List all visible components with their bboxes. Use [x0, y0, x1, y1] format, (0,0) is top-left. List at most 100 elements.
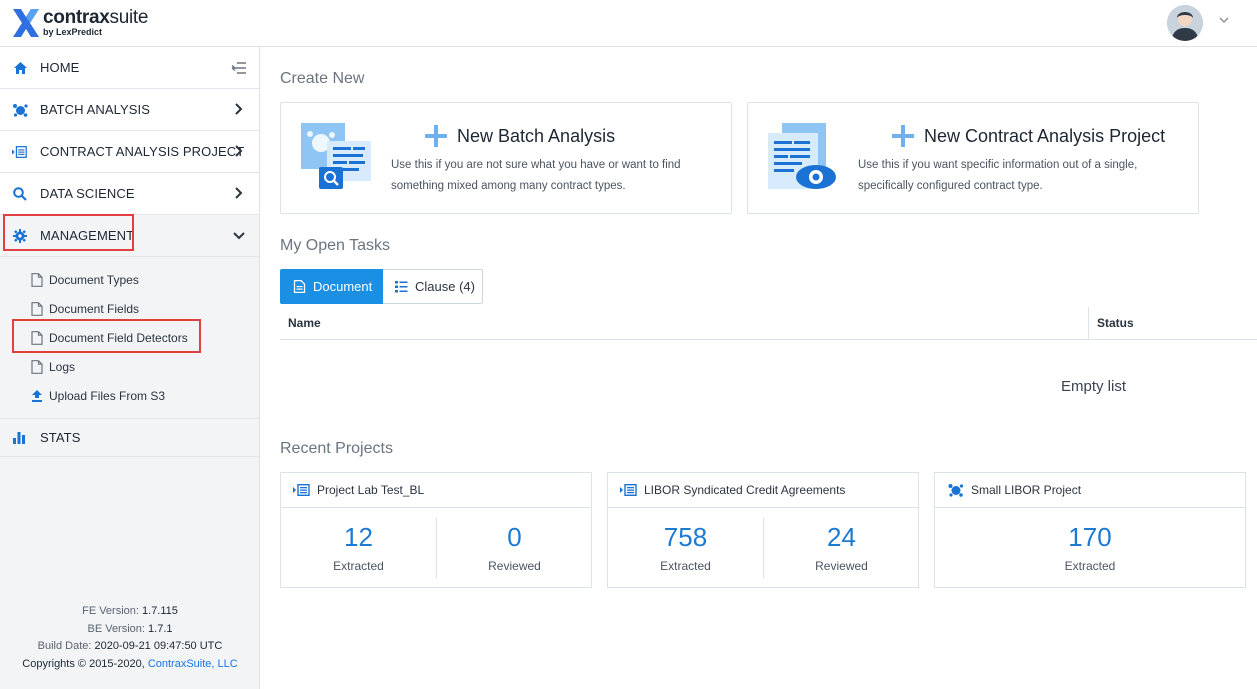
search-icon [12, 186, 28, 202]
submenu-label: Document Field Detectors [49, 330, 188, 345]
reviewed-count: 0 [507, 522, 522, 552]
submenu-item-document-field-detectors[interactable]: Document Field Detectors [0, 323, 259, 352]
submenu-label: Document Fields [49, 301, 140, 316]
my-open-tasks-title: My Open Tasks [280, 237, 390, 254]
be-version-value: 1.7.1 [148, 622, 173, 635]
contract-project-icon [12, 144, 28, 160]
project-card[interactable]: LIBOR Syndicated Credit Agreements 758 E… [607, 472, 919, 588]
sidebar-item-label: STATS [40, 430, 81, 445]
card-title: New Contract Analysis Project [924, 125, 1166, 146]
chevron-right-icon [235, 103, 243, 115]
extracted-count: 758 [663, 522, 708, 552]
contract-project-illustration-icon [768, 123, 836, 189]
avatar-icon [1167, 5, 1203, 41]
sidebar-item-label: HOME [40, 60, 80, 75]
contraxsuite-logo-icon [13, 8, 39, 37]
sidebar-item-contract-analysis-project[interactable]: CONTRACT ANALYSIS PROJECT [0, 131, 259, 173]
tab-clause[interactable]: Clause (4) [383, 269, 483, 304]
chevron-right-icon [235, 187, 243, 199]
reviewed-label: Reviewed [815, 559, 868, 573]
version-info: FE Version: 1.7.115 BE Version: 1.7.1 Bu… [0, 603, 260, 673]
contract-project-icon [293, 484, 310, 496]
brand-name-bold: contrax [43, 7, 110, 28]
reviewed-metric: 0 Reviewed [437, 508, 592, 588]
submenu-item-document-fields[interactable]: Document Fields [0, 294, 259, 323]
new-batch-analysis-card[interactable]: New Batch Analysis Use this if you are n… [280, 102, 732, 214]
home-icon [12, 60, 28, 76]
batch-analysis-illustration-icon [301, 123, 371, 189]
gear-icon [12, 228, 28, 244]
tab-label: Clause (4) [415, 279, 475, 294]
plus-icon [892, 125, 914, 147]
submenu-item-document-types[interactable]: Document Types [0, 265, 259, 294]
submenu-label: Upload Files From S3 [49, 388, 166, 403]
column-header-name[interactable]: Name [288, 316, 321, 330]
reviewed-metric: 24 Reviewed [764, 508, 919, 588]
submenu-item-logs[interactable]: Logs [0, 352, 259, 381]
management-submenu: Document Types Document Fields Document … [0, 257, 259, 419]
upload-icon [32, 389, 42, 402]
tab-label: Document [313, 279, 373, 294]
sidebar-item-management[interactable]: MANAGEMENT [0, 215, 259, 257]
card-title: New Batch Analysis [457, 125, 616, 146]
sidebar-item-label: MANAGEMENT [40, 228, 135, 243]
reviewed-count: 24 [827, 522, 856, 552]
project-card[interactable]: Small LIBOR Project 170 Extracted [934, 472, 1246, 588]
sidebar-item-label: BATCH ANALYSIS [40, 102, 151, 117]
extracted-count: 170 [1068, 522, 1112, 552]
tab-document[interactable]: Document [280, 269, 383, 304]
column-divider [1088, 307, 1089, 339]
reviewed-label: Reviewed [488, 559, 541, 573]
project-card[interactable]: Project Lab Test_BL 12 Extracted 0 Revie… [280, 472, 592, 588]
document-icon [31, 301, 43, 316]
build-date-value: 2020-09-21 09:47:50 UTC [94, 640, 223, 652]
project-name[interactable]: Small LIBOR Project [971, 483, 1081, 497]
tasks-table-header: Name Status [280, 307, 1257, 340]
sidebar-item-home[interactable]: HOME [0, 47, 259, 89]
collapse-sidebar-icon[interactable] [231, 60, 247, 76]
plus-icon [425, 125, 447, 147]
extracted-count: 12 [344, 522, 373, 552]
create-new-title: Create New [280, 70, 365, 87]
build-date-label: Build Date: [37, 640, 92, 652]
sidebar-item-stats[interactable]: STATS [0, 419, 259, 457]
project-name[interactable]: LIBOR Syndicated Credit Agreements [644, 483, 845, 497]
submenu-item-upload-files-from-s3[interactable]: Upload Files From S3 [0, 381, 259, 410]
batch-icon [12, 102, 28, 118]
chevron-down-icon[interactable] [1218, 14, 1232, 28]
document-icon [31, 330, 43, 345]
extracted-label: Extracted [1064, 559, 1116, 573]
chevron-right-icon [235, 145, 243, 157]
sidebar: HOME BATCH ANALYSIS CONTRACT ANALYSIS PR… [0, 47, 260, 689]
document-icon [31, 359, 43, 374]
copyright-text: Copyrights © 2015-2020, [22, 657, 145, 670]
be-version-label: BE Version: [87, 622, 145, 635]
logo[interactable]: contraxsuite by LexPredict [13, 8, 148, 37]
extracted-label: Extracted [660, 559, 711, 573]
sidebar-item-label: DATA SCIENCE [40, 186, 135, 201]
avatar[interactable] [1167, 5, 1203, 41]
extracted-metric: 12 Extracted [281, 508, 436, 588]
chevron-down-icon [233, 232, 245, 240]
submenu-label: Logs [49, 359, 76, 374]
sidebar-item-label: CONTRACT ANALYSIS PROJECT [40, 144, 245, 159]
batch-icon [948, 484, 964, 497]
top-bar: contraxsuite by LexPredict [0, 0, 1257, 47]
brand-tagline: by LexPredict [43, 27, 103, 37]
column-header-status[interactable]: Status [1097, 316, 1134, 330]
contract-project-icon [620, 484, 637, 496]
list-icon [395, 281, 408, 293]
new-contract-analysis-project-card[interactable]: New Contract Analysis Project Use this i… [747, 102, 1199, 214]
card-description: Use this if you are not sure what you ha… [391, 159, 681, 192]
recent-projects-title: Recent Projects [280, 440, 393, 457]
fe-version-value: 1.7.115 [142, 605, 178, 617]
document-icon [293, 280, 306, 293]
submenu-label: Document Types [49, 272, 139, 287]
brand-name-light: suite [109, 7, 149, 28]
document-icon [31, 272, 43, 287]
extracted-metric: 758 Extracted [608, 508, 763, 588]
sidebar-item-data-science[interactable]: DATA SCIENCE [0, 173, 259, 215]
company-link[interactable]: ContraxSuite, LLC [148, 658, 238, 670]
project-name[interactable]: Project Lab Test_BL [317, 483, 424, 497]
sidebar-item-batch-analysis[interactable]: BATCH ANALYSIS [0, 89, 259, 131]
